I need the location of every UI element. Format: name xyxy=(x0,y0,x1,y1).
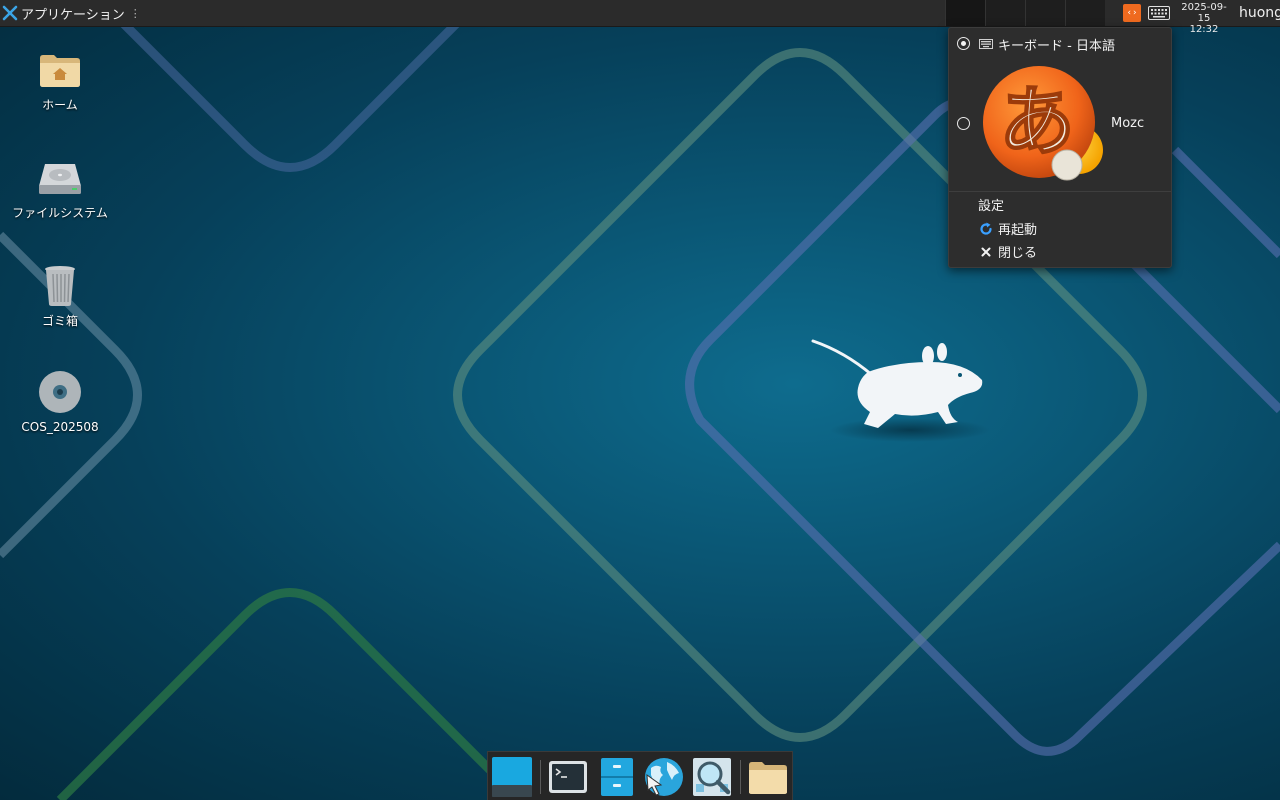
input-method-menu: キーボード - 日本語 あ Mozc 設定 再起動 閉じる xyxy=(948,27,1172,268)
mozc-tray-icon[interactable]: ‹› xyxy=(1123,4,1141,22)
web-browser-icon[interactable] xyxy=(642,756,684,798)
close-icon xyxy=(981,247,991,257)
menu-item-close[interactable]: 閉じる xyxy=(949,240,1171,262)
home-folder-icon xyxy=(40,55,80,87)
mozc-icon: あ xyxy=(983,66,1103,181)
dock-separator xyxy=(740,760,741,794)
desktop-icon-label: ファイルシステム xyxy=(12,206,108,220)
menu-item-mozc[interactable]: あ Mozc xyxy=(949,60,1171,184)
applications-menu-button[interactable]: アプリケーション ⋮ xyxy=(2,0,141,26)
workspace-switcher xyxy=(945,0,1105,26)
menu-item-label: Mozc xyxy=(1111,116,1145,131)
panel-more-icon[interactable]: ⋮ xyxy=(130,7,141,20)
hard-drive-icon xyxy=(39,164,81,194)
trash-icon xyxy=(45,266,75,306)
menu-item-keyboard-japanese[interactable]: キーボード - 日本語 xyxy=(949,32,1171,54)
desktop-icon-trash[interactable]: ゴミ箱 xyxy=(10,262,110,329)
clock[interactable]: 2025-09-15 12:32 xyxy=(1178,2,1230,35)
xfce-logo-icon xyxy=(2,5,18,21)
menu-item-label: 再起動 xyxy=(998,223,1038,238)
desktop-icon-label: ホーム xyxy=(42,98,78,112)
workspace-2[interactable] xyxy=(985,0,1025,26)
terminal-icon[interactable] xyxy=(547,756,589,798)
workspace-4[interactable] xyxy=(1065,0,1105,26)
dock-panel xyxy=(487,751,793,800)
top-panel: アプリケーション ⋮ ‹› 2025-09-15 12:32 huong xyxy=(0,0,1280,35)
menu-item-label: キーボード - 日本語 xyxy=(998,39,1115,54)
keyboard-tray-icon[interactable] xyxy=(1148,6,1170,20)
desktop-icon-label: ゴミ箱 xyxy=(41,314,78,328)
menu-separator xyxy=(949,191,1171,192)
clock-time: 12:32 xyxy=(1189,24,1219,35)
keyboard-icon xyxy=(979,39,993,49)
desktop-icon-disc[interactable]: COS_202508 xyxy=(10,368,110,435)
restart-icon xyxy=(980,222,992,235)
desktop-icon-label: COS_202508 xyxy=(21,420,99,434)
workspace-3[interactable] xyxy=(1025,0,1065,26)
show-desktop-icon[interactable] xyxy=(491,756,533,798)
desktop-icon-home[interactable]: ホーム xyxy=(10,46,110,113)
dock-separator xyxy=(540,760,541,794)
radio-mozc[interactable] xyxy=(957,117,970,130)
mozc-tray-glyph: ‹› xyxy=(1126,8,1138,18)
clock-date: 2025-09-15 xyxy=(1181,2,1227,24)
optical-disc-icon xyxy=(39,371,81,413)
app-finder-icon[interactable] xyxy=(691,756,733,798)
file-manager-icon[interactable] xyxy=(596,756,638,798)
folder-icon[interactable] xyxy=(747,756,789,798)
user-menu[interactable]: huong xyxy=(1239,0,1280,26)
menu-item-restart[interactable]: 再起動 xyxy=(949,217,1171,239)
applications-menu-label: アプリケーション xyxy=(21,7,125,23)
radio-keyboard-japanese[interactable] xyxy=(957,37,970,50)
menu-item-label: 設定 xyxy=(978,199,1005,214)
workspace-1[interactable] xyxy=(945,0,985,26)
xfce-mouse-logo xyxy=(811,339,983,428)
desktop-icon-filesystem[interactable]: ファイルシステム xyxy=(10,154,110,221)
menu-item-label: 閉じる xyxy=(998,246,1038,261)
menu-item-settings[interactable]: 設定 xyxy=(949,193,1171,215)
